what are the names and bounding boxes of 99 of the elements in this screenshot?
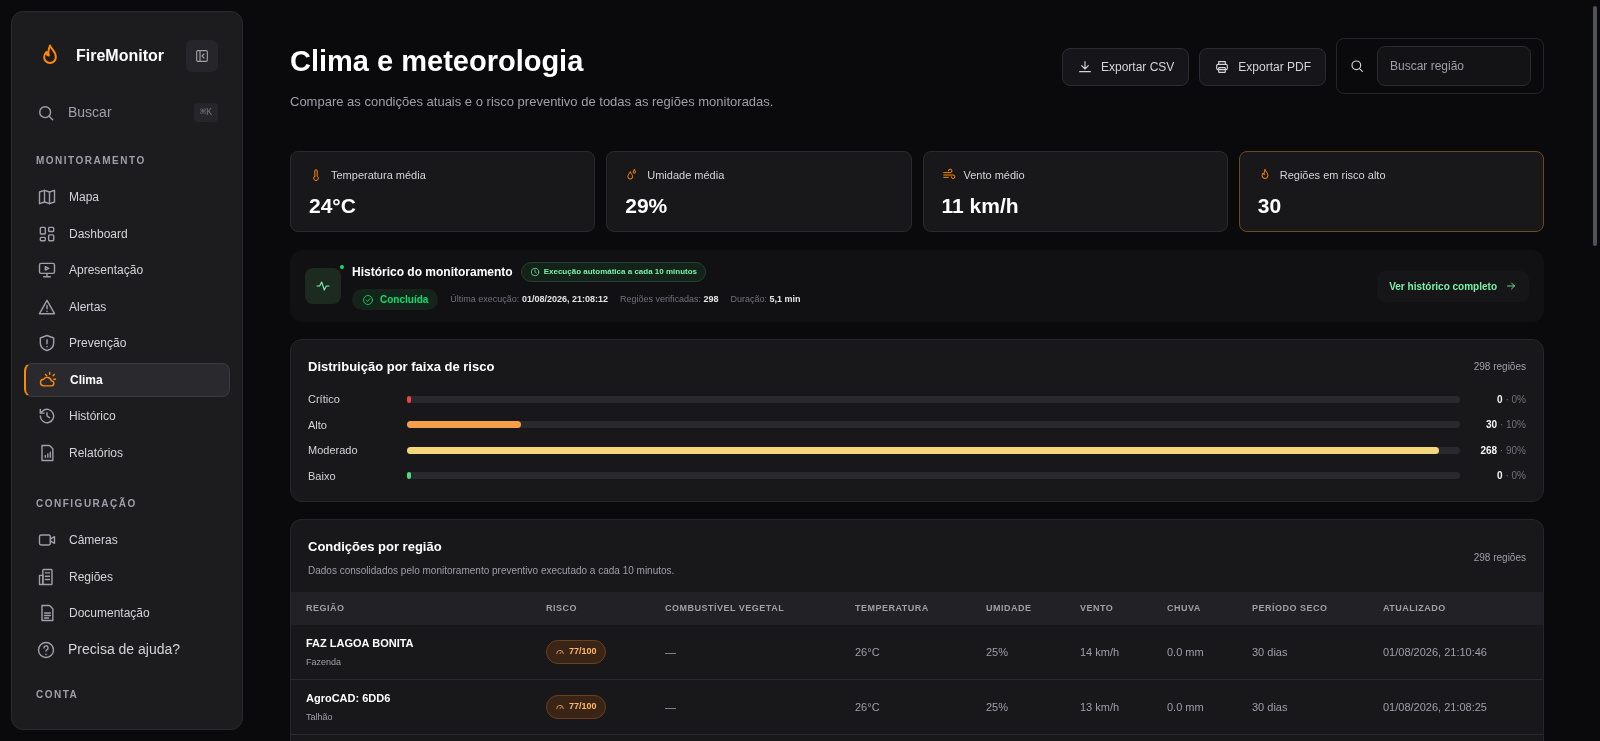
- column-header: TEMPERATURA: [855, 601, 930, 615]
- section-heading: CONTA: [35, 687, 80, 702]
- table-cell-text: 26°C: [855, 699, 881, 715]
- search-field[interactable]: Buscar região: [1377, 46, 1531, 86]
- table-cell-text: —: [665, 644, 677, 660]
- help-button[interactable]: Precisa de ajuda?: [24, 632, 230, 667]
- stat-value: 29%: [625, 192, 669, 219]
- column-header: UMIDADE: [986, 601, 1033, 615]
- table-cell-text: 0.0 mm: [1167, 699, 1205, 715]
- search-button[interactable]: Buscar ⌘K: [24, 96, 230, 129]
- run-detail: Última execução: 01/08/2026, 21:08:12: [450, 292, 608, 306]
- band-label: Baixo: [308, 468, 337, 484]
- region-type: Talhão: [306, 710, 334, 724]
- table-cell-text: 30 dias: [1252, 699, 1289, 715]
- column-header: REGIÃO: [306, 601, 346, 615]
- column-header: PERÍODO SECO: [1252, 601, 1329, 615]
- shield-alert-icon: [37, 333, 57, 353]
- page-title: Clima e meteorologia: [290, 44, 585, 79]
- search-label: Buscar: [68, 103, 112, 122]
- status-badge: Concluída: [352, 289, 439, 310]
- stat-value: 11 km/h: [941, 192, 1020, 219]
- band-value: 268 · 90%: [1479, 443, 1526, 458]
- export-button[interactable]: Exportar CSV: [1061, 48, 1190, 86]
- region-name: AgroCAD: 6DD6: [306, 691, 392, 706]
- risk-badge: 77/100: [546, 695, 606, 719]
- keyboard-shortcut: ⌘K: [193, 103, 218, 122]
- risk-badge: 77/100: [546, 640, 606, 664]
- region-name: FAZ LAGOA BONITA: [306, 636, 415, 651]
- panel-left-icon: [194, 48, 210, 64]
- stat-value: 30: [1257, 192, 1283, 219]
- check-circle-icon: [362, 293, 374, 306]
- nav-item[interactable]: Histórico: [24, 399, 230, 433]
- run-detail: Regiões verificadas: 298: [619, 292, 719, 306]
- column-header: ATUALIZADO: [1383, 601, 1447, 615]
- band-value: 0 · 0%: [1496, 392, 1526, 407]
- band-label: Moderado: [308, 443, 359, 458]
- stat-label: Regiões em risco alto: [1279, 168, 1386, 183]
- collapse-sidebar-button[interactable]: [186, 40, 218, 72]
- history-icon: [37, 406, 57, 426]
- printer-icon: [1214, 59, 1231, 75]
- band-label: Crítico: [308, 392, 341, 407]
- column-header: RISCO: [546, 601, 578, 615]
- gauge-icon: [555, 702, 565, 712]
- stat-label: Vento médio: [963, 168, 1025, 183]
- table-cell-text: 14 km/h: [1080, 644, 1121, 660]
- page-subtitle: Compare as condições atuais e o risco preventivo de todas as regiões monitoradas.: [290, 92, 775, 111]
- run-detail: Duração: 5,1 min: [730, 292, 801, 306]
- region-count: 298 regiões: [1473, 360, 1526, 375]
- nav-item[interactable]: Dashboard: [24, 216, 230, 251]
- table-cell-text: 25%: [986, 699, 1010, 715]
- monitor-play-icon: [37, 260, 57, 280]
- gauge-icon: [555, 647, 565, 657]
- scrollbar[interactable]: [1593, 6, 1597, 246]
- export-button[interactable]: Exportar PDF: [1199, 48, 1326, 86]
- column-header: CHUVA: [1167, 601, 1202, 615]
- table-cell-text: 0.0 mm: [1167, 644, 1205, 660]
- arrow-right-icon: [1505, 280, 1517, 292]
- region-count: 298 regiões: [1473, 550, 1526, 565]
- band-value: 0 · 0%: [1496, 469, 1526, 484]
- nav-item[interactable]: Mapa: [24, 180, 230, 214]
- table-cell-text: 13 km/h: [1080, 699, 1121, 715]
- card-title: Condições por região: [308, 537, 443, 556]
- nav-item[interactable]: Documentação: [24, 596, 230, 630]
- pulse-icon: [315, 278, 331, 294]
- stat-value: 24°C: [309, 192, 357, 219]
- table-cell-text: —: [665, 699, 677, 715]
- section-heading: MONITORAMENTO: [35, 154, 147, 168]
- table-cell-text: 25%: [986, 644, 1010, 660]
- map-icon: [37, 187, 57, 207]
- region-type: Fazenda: [306, 655, 343, 669]
- column-header: VENTO: [1080, 601, 1115, 615]
- table-cell-text: 30 dias: [1252, 644, 1289, 660]
- brand-name: FireMonitor: [76, 46, 164, 66]
- band-label: Alto: [308, 417, 328, 433]
- table-cell-text: 26°C: [855, 644, 881, 660]
- search-icon: [1349, 58, 1365, 74]
- column-header: COMBUSTÍVEL VEGETAL: [665, 601, 786, 615]
- schedule-badge: Execução automática a cada 10 minutos: [520, 262, 707, 282]
- nav-item[interactable]: Relatórios: [24, 435, 230, 470]
- section-heading: CONFIGURAÇÃO: [35, 496, 138, 511]
- table-cell-text: 01/08/2026, 21:10:46: [1383, 644, 1488, 660]
- band-value: 30 · 10%: [1484, 418, 1526, 433]
- card-title: Distribuição por faixa de risco: [308, 358, 495, 376]
- nav-item[interactable]: Apresentação: [24, 253, 230, 287]
- cloud-sun-icon: [38, 369, 58, 390]
- clock-icon: [529, 267, 540, 277]
- card-subtitle: Dados consolidados pelo monitoramento preventivo executado a cada 10 minutos.: [308, 564, 675, 578]
- nav-item[interactable]: Clima: [24, 362, 230, 397]
- nav-item[interactable]: Prevenção: [24, 326, 230, 360]
- download-icon: [1076, 59, 1093, 75]
- table-cell-text: 01/08/2026, 21:08:25: [1383, 699, 1488, 715]
- stat-label: Temperatura média: [331, 168, 426, 183]
- nav-item[interactable]: Câmeras: [24, 523, 230, 557]
- history-title: Histórico do monitoramento: [352, 264, 513, 281]
- nav-item[interactable]: Regiões: [24, 559, 230, 594]
- stat-label: Umidade média: [647, 168, 725, 183]
- nav-item[interactable]: Alertas: [24, 289, 230, 324]
- help-icon: [36, 639, 56, 660]
- history-link[interactable]: Ver histórico completo: [1377, 270, 1529, 302]
